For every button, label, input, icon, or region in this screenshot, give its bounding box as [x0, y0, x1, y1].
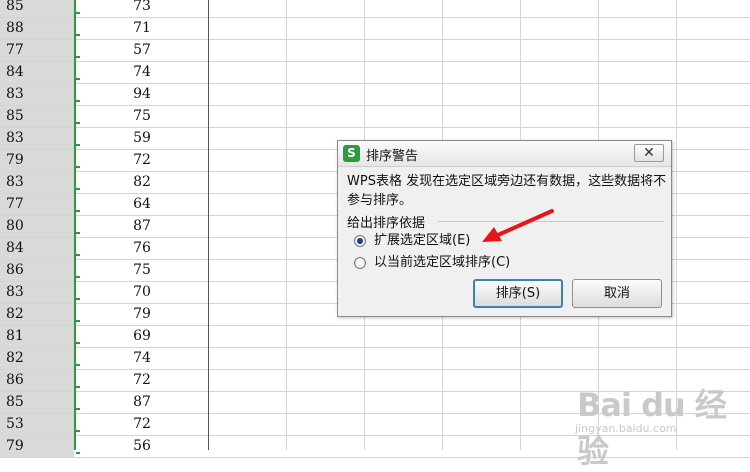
- cell-b[interactable]: 56: [76, 436, 208, 457]
- table-row: 83 94: [0, 84, 750, 106]
- cell-a[interactable]: 82: [0, 304, 74, 325]
- cell-a[interactable]: 77: [0, 40, 74, 61]
- selection-marker: [76, 254, 80, 256]
- cell-b[interactable]: 76: [76, 238, 208, 259]
- cancel-button[interactable]: 取消: [572, 279, 662, 308]
- cell-a[interactable]: 88: [0, 18, 74, 39]
- cell-a[interactable]: 80: [0, 216, 74, 237]
- selection-marker: [76, 144, 80, 146]
- cell-a[interactable]: 77: [0, 194, 74, 215]
- selection-marker: [76, 364, 80, 366]
- column-border: [208, 0, 209, 450]
- selection-border: [74, 0, 76, 450]
- selection-marker: [76, 386, 80, 388]
- cell-a[interactable]: 86: [0, 370, 74, 391]
- option-label: 扩展选定区域(E): [374, 233, 471, 248]
- cell-a[interactable]: 84: [0, 238, 74, 259]
- cell-a[interactable]: 85: [0, 392, 74, 413]
- cell-b[interactable]: 72: [76, 370, 208, 391]
- selection-marker: [76, 232, 80, 234]
- selection-marker: [76, 430, 80, 432]
- cell-b[interactable]: 79: [76, 304, 208, 325]
- cell-a[interactable]: 79: [0, 436, 74, 457]
- table-row: 84 74: [0, 62, 750, 84]
- selection-marker: [76, 276, 80, 278]
- cell-b[interactable]: 64: [76, 194, 208, 215]
- cell-b[interactable]: 75: [76, 260, 208, 281]
- red-arrow-annotation: [482, 209, 554, 242]
- cell-b[interactable]: 69: [76, 326, 208, 347]
- cell-a[interactable]: 85: [0, 0, 74, 17]
- selection-marker: [76, 34, 80, 36]
- table-row: 81 69: [0, 326, 750, 348]
- selection-marker: [76, 12, 80, 14]
- selection-marker: [76, 100, 80, 102]
- cell-a[interactable]: 81: [0, 326, 74, 347]
- option-label: 以当前选定区域排序(C): [374, 255, 511, 270]
- selection-marker: [76, 452, 80, 454]
- table-row: 77 57: [0, 40, 750, 62]
- cell-b[interactable]: 75: [76, 106, 208, 127]
- cell-a[interactable]: 84: [0, 62, 74, 83]
- cell-b[interactable]: 71: [76, 18, 208, 39]
- cell-b[interactable]: 87: [76, 216, 208, 237]
- selection-marker: [76, 210, 80, 212]
- cell-b[interactable]: 74: [76, 62, 208, 83]
- selection-marker: [76, 320, 80, 322]
- selection-marker: [76, 56, 80, 58]
- selection-marker: [76, 122, 80, 124]
- cell-a[interactable]: 86: [0, 260, 74, 281]
- selection-marker: [76, 188, 80, 190]
- grid-line: [286, 0, 287, 450]
- table-row: 85 75: [0, 106, 750, 128]
- watermark-url: jingyan.baidu.com: [575, 422, 677, 435]
- cell-a[interactable]: 83: [0, 128, 74, 149]
- cell-b[interactable]: 72: [76, 150, 208, 171]
- cell-b[interactable]: 82: [76, 172, 208, 193]
- cell-a[interactable]: 85: [0, 106, 74, 127]
- radio-expand-selection[interactable]: [354, 235, 366, 247]
- selection-marker: [76, 408, 80, 410]
- cell-a[interactable]: 53: [0, 414, 74, 435]
- cell-a[interactable]: 83: [0, 172, 74, 193]
- wps-app-icon: S: [343, 145, 360, 162]
- baidu-watermark: Bai du 经验 jingyan.baidu.com: [575, 370, 745, 470]
- cell-b[interactable]: 57: [76, 40, 208, 61]
- cell-a[interactable]: 82: [0, 348, 74, 369]
- table-row: 88 71: [0, 18, 750, 40]
- radio-current-selection[interactable]: [354, 257, 366, 269]
- group-label: 给出排序依据: [347, 212, 430, 231]
- dialog-titlebar[interactable]: S 排序警告 ✕: [338, 141, 671, 167]
- cell-b[interactable]: 72: [76, 414, 208, 435]
- selection-marker: [76, 78, 80, 80]
- cell-b[interactable]: 94: [76, 84, 208, 105]
- cell-b[interactable]: 70: [76, 282, 208, 303]
- table-row: 82 74: [0, 348, 750, 370]
- selection-marker: [76, 166, 80, 168]
- selection-marker: [76, 298, 80, 300]
- table-row: 85 73: [0, 0, 750, 18]
- sort-button[interactable]: 排序(S): [473, 279, 563, 308]
- dialog-title: 排序警告: [366, 149, 419, 164]
- cell-b[interactable]: 74: [76, 348, 208, 369]
- cell-a[interactable]: 83: [0, 84, 74, 105]
- cell-b[interactable]: 59: [76, 128, 208, 149]
- cell-a[interactable]: 79: [0, 150, 74, 171]
- cell-b[interactable]: 87: [76, 392, 208, 413]
- selection-marker: [76, 342, 80, 344]
- close-button[interactable]: ✕: [634, 144, 664, 162]
- cell-b[interactable]: 73: [76, 0, 208, 17]
- cell-a[interactable]: 83: [0, 282, 74, 303]
